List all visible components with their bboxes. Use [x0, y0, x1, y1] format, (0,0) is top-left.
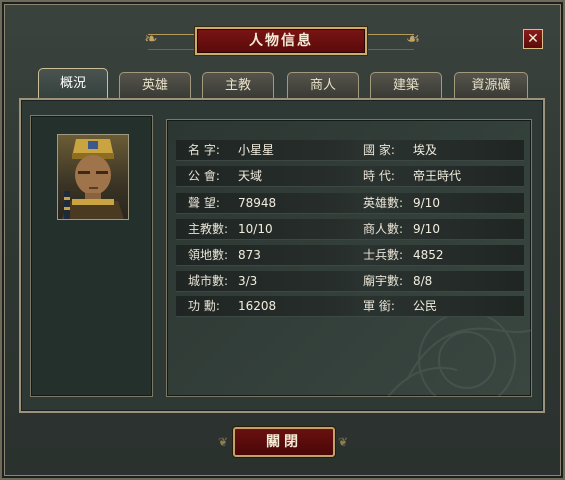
tab-buildings[interactable]: 建築	[370, 72, 442, 98]
merit-label: 功 勳:	[188, 299, 220, 313]
info-row	[176, 166, 524, 187]
city-count-value: 3/3	[238, 274, 258, 288]
window-title: 人物信息	[195, 27, 367, 55]
info-row	[176, 140, 524, 161]
pharaoh-portrait	[57, 134, 129, 220]
bishop-count-label: 主教數:	[188, 222, 229, 236]
hero-count-value: 9/10	[413, 196, 440, 210]
info-row	[176, 271, 524, 292]
rank-label: 軍 銜:	[363, 299, 395, 313]
country-value: 埃及	[413, 143, 438, 157]
info-row	[176, 193, 524, 214]
button-ornament-left: ❦	[218, 435, 229, 449]
hero-count-label: 英雄數:	[363, 196, 404, 210]
soldier-count-value: 4852	[413, 248, 444, 262]
character-info-window: ❧ ☙ 人物信息 ✕ 概況 英雄 主教 商人 建築 資源礦 名 字: 小星星 國…	[0, 0, 565, 480]
territory-count-value: 873	[238, 248, 261, 262]
rank-value: 公民	[413, 299, 438, 313]
temple-count-value: 8/8	[413, 274, 433, 288]
era-label: 時 代:	[363, 169, 395, 183]
era-value: 帝王時代	[413, 169, 462, 183]
tab-bishops[interactable]: 主教	[202, 72, 274, 98]
soldier-count-label: 士兵數:	[363, 248, 404, 262]
bishop-count-value: 10/10	[238, 222, 273, 236]
name-label: 名 字:	[188, 143, 220, 157]
territory-count-label: 領地數:	[188, 248, 229, 262]
info-row	[176, 219, 524, 240]
button-ornament-right: ❦	[338, 435, 349, 449]
merchant-count-label: 商人數:	[363, 222, 404, 236]
name-value: 小星星	[238, 143, 275, 157]
guild-value: 天域	[238, 169, 263, 183]
tab-merchants[interactable]: 商人	[287, 72, 359, 98]
info-row	[176, 296, 524, 317]
country-label: 國 家:	[363, 143, 395, 157]
close-button[interactable]: 關閉	[233, 427, 335, 457]
prestige-label: 聲 望:	[188, 196, 220, 210]
close-icon[interactable]: ✕	[523, 29, 543, 49]
city-count-label: 城市數:	[188, 274, 229, 288]
temple-count-label: 廟宇數:	[363, 274, 404, 288]
swirl-ornament-right: ☙	[405, 29, 421, 48]
merchant-count-value: 9/10	[413, 222, 440, 236]
swirl-ornament-left: ❧	[144, 29, 158, 48]
info-row	[176, 245, 524, 266]
tab-resource-mines[interactable]: 資源礦	[454, 72, 528, 98]
prestige-value: 78948	[238, 196, 277, 210]
merit-value: 16208	[238, 299, 277, 313]
guild-label: 公 會:	[188, 169, 220, 183]
tab-overview[interactable]: 概況	[38, 68, 108, 100]
tab-heroes[interactable]: 英雄	[119, 72, 191, 98]
